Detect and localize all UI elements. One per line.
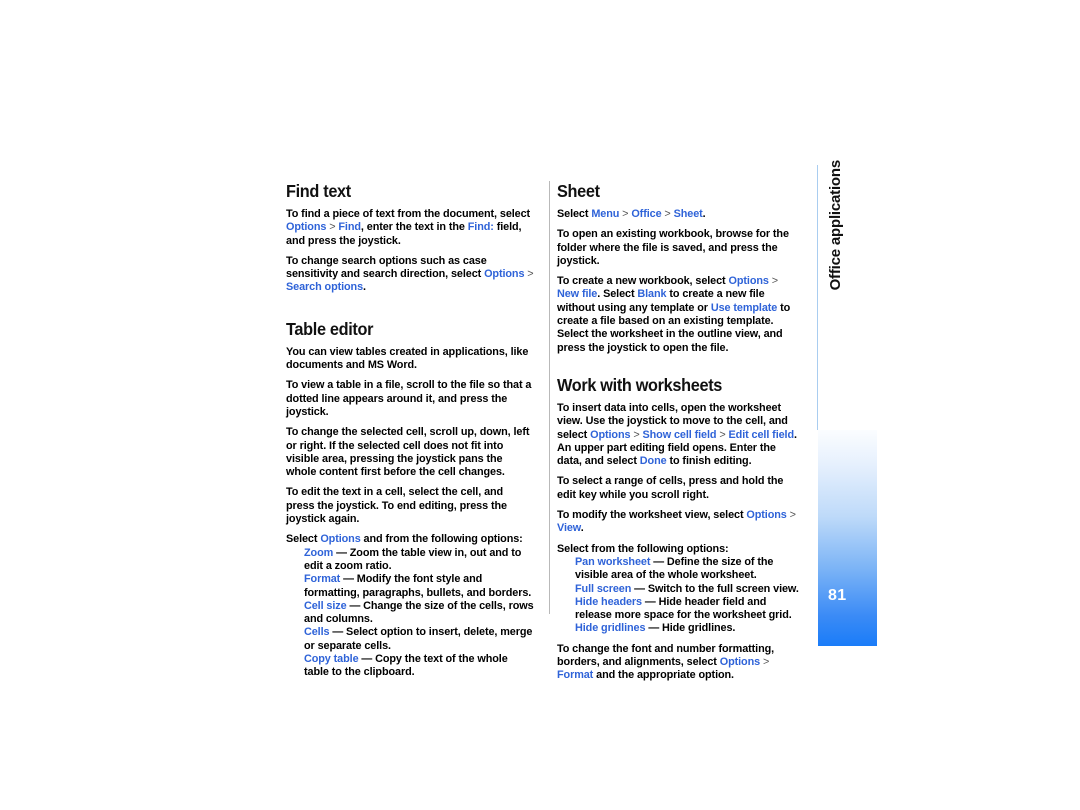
list-item: Pan worksheet — Define the size of the v… (575, 556, 803, 583)
chapter-label: Office applications (823, 160, 847, 430)
ui-link-new-file: New file (557, 288, 598, 301)
option-desc: — Switch to the full screen view. (631, 582, 799, 595)
paragraph-table-editor-5: Select Options and from the following op… (286, 533, 534, 546)
link-separator: > (630, 428, 643, 441)
list-item: Zoom — Zoom the table view in, out and t… (304, 547, 535, 574)
text-run: To find a piece of text from the documen… (286, 208, 531, 220)
chapter-label-text: Office applications (826, 160, 844, 291)
paragraph-find-text-1: To find a piece of text from the documen… (286, 208, 534, 248)
ui-link-view: View (557, 522, 581, 535)
text-run: To modify the worksheet view, select (557, 509, 747, 522)
ui-link-options: Options (286, 221, 327, 234)
ui-link-use-template: Use template (710, 301, 778, 314)
ui-link-menu: Menu (591, 208, 620, 220)
heading-spacer (557, 362, 810, 376)
ui-link-options: Options (484, 268, 525, 281)
option-name: Cells (304, 626, 330, 639)
option-name: Pan worksheet (575, 555, 651, 568)
option-desc: — Hide gridlines. (645, 622, 736, 635)
paragraph-table-editor-4: To edit the text in a cell, select the c… (286, 486, 507, 526)
text-run: . (702, 208, 706, 220)
paragraph-table-editor-1: You can view tables created in applicati… (286, 345, 529, 372)
text-run: and the appropriate option. (593, 669, 734, 682)
text-run: Select (557, 208, 592, 220)
list-item: Copy table — Copy the text of the whole … (304, 653, 535, 680)
paragraph-worksheets-5: To change the font and number formatting… (557, 643, 802, 683)
link-separator: > (619, 208, 632, 220)
paragraph-table-editor-3: To change the selected cell, scroll up, … (286, 426, 530, 479)
paragraph-worksheets-1: To insert data into cells, open the work… (557, 402, 802, 468)
option-name: Cell size (304, 599, 347, 612)
ui-link-done: Done (639, 455, 667, 468)
right-column: Sheet Select Menu > Office > Sheet. To o… (557, 182, 810, 690)
text-run: to finish editing. (666, 455, 752, 468)
ui-link-find: Find (338, 221, 361, 234)
option-name: Full screen (575, 582, 632, 595)
text-run: . (363, 281, 366, 294)
link-separator: > (524, 268, 534, 281)
page-number-tab (818, 430, 877, 646)
ui-link-show-cell-field: Show cell field (642, 428, 717, 441)
ui-link-find-field: Find: (467, 221, 494, 234)
paragraph-worksheets-4: Select from the following options: (557, 542, 729, 555)
text-run: . (580, 522, 584, 535)
ui-link-format: Format (557, 669, 594, 682)
ui-link-office: Office (631, 208, 662, 220)
section-heading-work-with-worksheets: Work with worksheets (557, 374, 723, 395)
paragraph-worksheets-2: To select a range of cells, press and ho… (557, 475, 784, 501)
text-run: and from the following options: (360, 533, 523, 546)
ui-link-options: Options (590, 428, 631, 441)
text-run: Select (286, 533, 321, 546)
text-run: . Select (597, 288, 638, 301)
ui-link-sheet: Sheet (673, 208, 703, 220)
link-separator: > (768, 275, 778, 288)
list-item: Cell size — Change the size of the cells… (304, 600, 535, 627)
option-name: Format (304, 573, 341, 586)
ui-link-options: Options (728, 275, 769, 288)
ui-link-search-options: Search options (286, 281, 364, 294)
manual-page: Find text To find a piece of text from t… (0, 0, 1080, 810)
section-heading-find-text: Find text (286, 181, 351, 201)
option-name: Zoom (304, 546, 334, 559)
link-separator: > (326, 221, 339, 234)
ui-link-options: Options (719, 656, 761, 669)
option-desc: — Select option to insert, delete, merge… (304, 626, 533, 652)
list-item: Cells — Select option to insert, delete,… (304, 626, 535, 653)
column-divider (549, 181, 550, 614)
link-separator: > (760, 656, 770, 669)
paragraph-sheet-1: To open an existing workbook, browse for… (557, 228, 789, 267)
list-item: Hide gridlines — Hide gridlines. (575, 622, 803, 635)
option-list-worksheet-view: Pan worksheet — Define the size of the v… (557, 556, 810, 636)
text-run: , enter the text in the (360, 221, 468, 234)
option-desc: — Zoom the table view in, out and to edi… (304, 546, 522, 572)
paragraph-find-text-2: To change search options such as case se… (286, 255, 534, 295)
section-heading-sheet: Sheet (557, 181, 600, 201)
ui-link-options: Options (320, 533, 361, 546)
option-name: Copy table (304, 653, 359, 666)
paragraph-sheet-path: Select Menu > Office > Sheet. (557, 208, 802, 221)
ui-link-edit-cell-field: Edit cell field (728, 428, 795, 441)
paragraph-table-editor-2: To view a table in a file, scroll to the… (286, 379, 532, 418)
option-name: Hide headers (575, 595, 642, 608)
section-heading-table-editor: Table editor (286, 318, 374, 339)
ui-link-options: Options (746, 509, 787, 522)
paragraph-sheet-2: To create a new workbook, select Options… (557, 275, 802, 355)
option-list-table-editor: Zoom — Zoom the table view in, out and t… (286, 547, 542, 680)
link-separator: > (661, 208, 674, 220)
rail-divider-line (817, 165, 818, 430)
paragraph-worksheets-3: To modify the worksheet view, select Opt… (557, 509, 802, 536)
page-number: 81 (828, 587, 847, 604)
list-item: Full screen — Switch to the full screen … (575, 583, 803, 596)
heading-spacer (286, 302, 542, 320)
link-separator: > (716, 428, 729, 441)
ui-link-blank: Blank (637, 288, 667, 301)
link-separator: > (786, 509, 796, 522)
text-run: To change search options such as case se… (286, 254, 487, 281)
left-column: Find text To find a piece of text from t… (286, 182, 542, 687)
list-item: Hide headers — Hide header field and rel… (575, 596, 803, 623)
option-name: Hide gridlines (575, 622, 646, 635)
text-run: To create a new workbook, select (557, 275, 729, 288)
list-item: Format — Modify the font style and forma… (304, 573, 535, 600)
